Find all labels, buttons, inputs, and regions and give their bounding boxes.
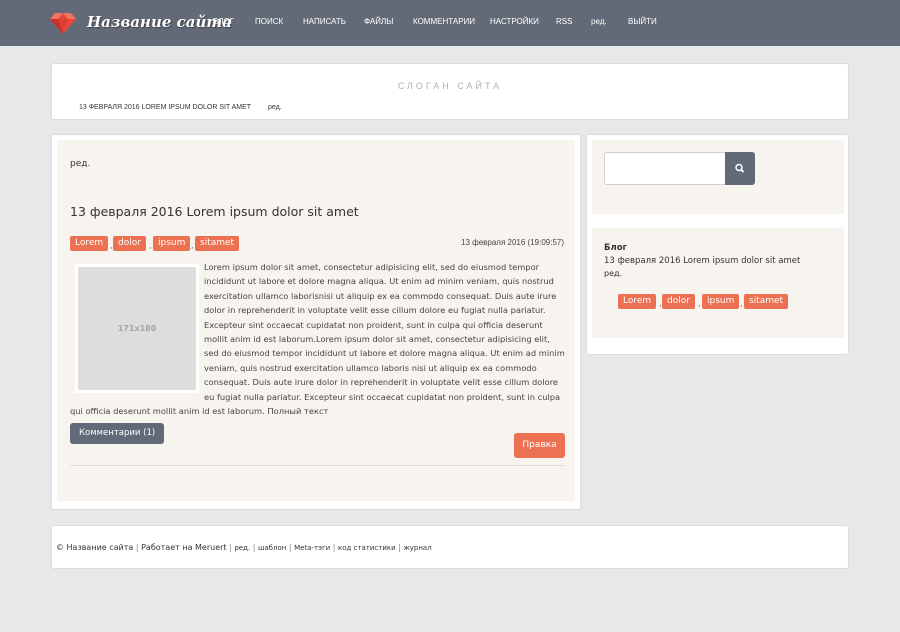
tag-separator: , bbox=[191, 241, 194, 250]
edit-button[interactable]: Правка bbox=[514, 433, 565, 458]
divider bbox=[70, 465, 565, 466]
post-tag-sitamet[interactable]: sitamet bbox=[195, 236, 240, 251]
content-panel: ред. 13 февраля 2016 Lorem ipsum dolor s… bbox=[51, 134, 581, 510]
ruby-gem-icon[interactable] bbox=[50, 12, 76, 34]
nav-comments[interactable]: КОММЕНТАРИИ bbox=[413, 17, 475, 26]
nav-search[interactable]: ПОИСК bbox=[255, 17, 283, 26]
footer-template-link[interactable]: шаблон bbox=[258, 544, 286, 552]
header-panel: СЛОГАН САЙТА 13 февраля 2016 Lorem ipsum… bbox=[51, 63, 849, 120]
tag-separator: , bbox=[740, 299, 743, 308]
sidebar-panel: Блог 13 февраля 2016 Lorem ipsum dolor s… bbox=[586, 134, 849, 355]
blog-widget: Блог 13 февраля 2016 Lorem ipsum dolor s… bbox=[592, 228, 844, 338]
search-input[interactable] bbox=[604, 152, 725, 185]
footer-journal-link[interactable]: журнал bbox=[403, 544, 431, 552]
nav-settings[interactable]: НАСТРОЙКИ bbox=[490, 17, 539, 26]
comments-button[interactable]: Комментарии (1) bbox=[70, 423, 165, 444]
post-tag-lorem[interactable]: Lorem bbox=[70, 236, 109, 251]
footer-meta-link[interactable]: Meta-тэги bbox=[294, 544, 330, 552]
header-post-link[interactable]: 13 февраля 2016 Lorem ipsum dolor sit am… bbox=[79, 104, 251, 111]
full-text-link[interactable]: Полный текст bbox=[267, 406, 328, 416]
post-tag-dolor[interactable]: dolor bbox=[113, 236, 146, 251]
site-slogan: СЛОГАН САЙТА bbox=[397, 81, 503, 91]
sidebar-tag-dolor[interactable]: dolor bbox=[662, 294, 695, 309]
sidebar-tag-sitamet[interactable]: sitamet bbox=[744, 294, 789, 309]
search-button[interactable] bbox=[725, 152, 755, 185]
sidebar-heading: Блог bbox=[604, 243, 627, 253]
sidebar-edit-link[interactable]: ред. bbox=[604, 269, 622, 278]
nav-logout[interactable]: ВЫЙТИ bbox=[628, 17, 657, 26]
footer-panel: © Название сайта | Работает на Meruert |… bbox=[51, 525, 849, 569]
sidebar-tag-lorem[interactable]: Lorem bbox=[618, 294, 657, 309]
search-icon bbox=[735, 163, 745, 173]
search-widget bbox=[592, 140, 844, 214]
sidebar-post-link[interactable]: 13 февраля 2016 Lorem ipsum dolor sit am… bbox=[604, 256, 800, 266]
nav-blog[interactable]: БЛОГ bbox=[213, 17, 234, 26]
nav-edit[interactable]: ред. bbox=[591, 17, 607, 26]
nav-write[interactable]: НАПИСАТЬ bbox=[303, 17, 346, 26]
post-edit-link-top[interactable]: ред. bbox=[70, 159, 90, 169]
footer-links: © Название сайта | Работает на Meruert |… bbox=[56, 543, 432, 552]
sidebar-tag-ipsum[interactable]: ipsum bbox=[702, 294, 740, 309]
post-container: ред. 13 февраля 2016 Lorem ipsum dolor s… bbox=[57, 140, 575, 501]
header-edit-link[interactable]: ред. bbox=[268, 104, 282, 111]
post-date: 13 февраля 2016 (19:09:57) bbox=[461, 238, 565, 247]
top-navbar: Название сайта БЛОГ ПОИСК НАПИСАТЬ ФАЙЛЫ… bbox=[0, 0, 900, 46]
footer-edit-link[interactable]: ред. bbox=[234, 544, 250, 552]
nav-rss[interactable]: RSS bbox=[556, 17, 572, 26]
footer-powered-link[interactable]: Работает на Meruert bbox=[141, 543, 226, 552]
site-name-logo[interactable]: Название сайта bbox=[87, 13, 232, 31]
post-tag-ipsum[interactable]: ipsum bbox=[153, 236, 191, 251]
tag-separator: , bbox=[698, 299, 701, 308]
post-thumbnail: 171x180 bbox=[75, 264, 199, 393]
thumbnail-label: 171x180 bbox=[117, 324, 157, 333]
post-title[interactable]: 13 февраля 2016 Lorem ipsum dolor sit am… bbox=[70, 204, 359, 219]
footer-stats-link[interactable]: код статистики bbox=[338, 544, 396, 552]
nav-files[interactable]: ФАЙЛЫ bbox=[364, 17, 393, 26]
tag-separator: , bbox=[149, 241, 152, 250]
footer-copyright: © Название сайта bbox=[56, 543, 134, 552]
